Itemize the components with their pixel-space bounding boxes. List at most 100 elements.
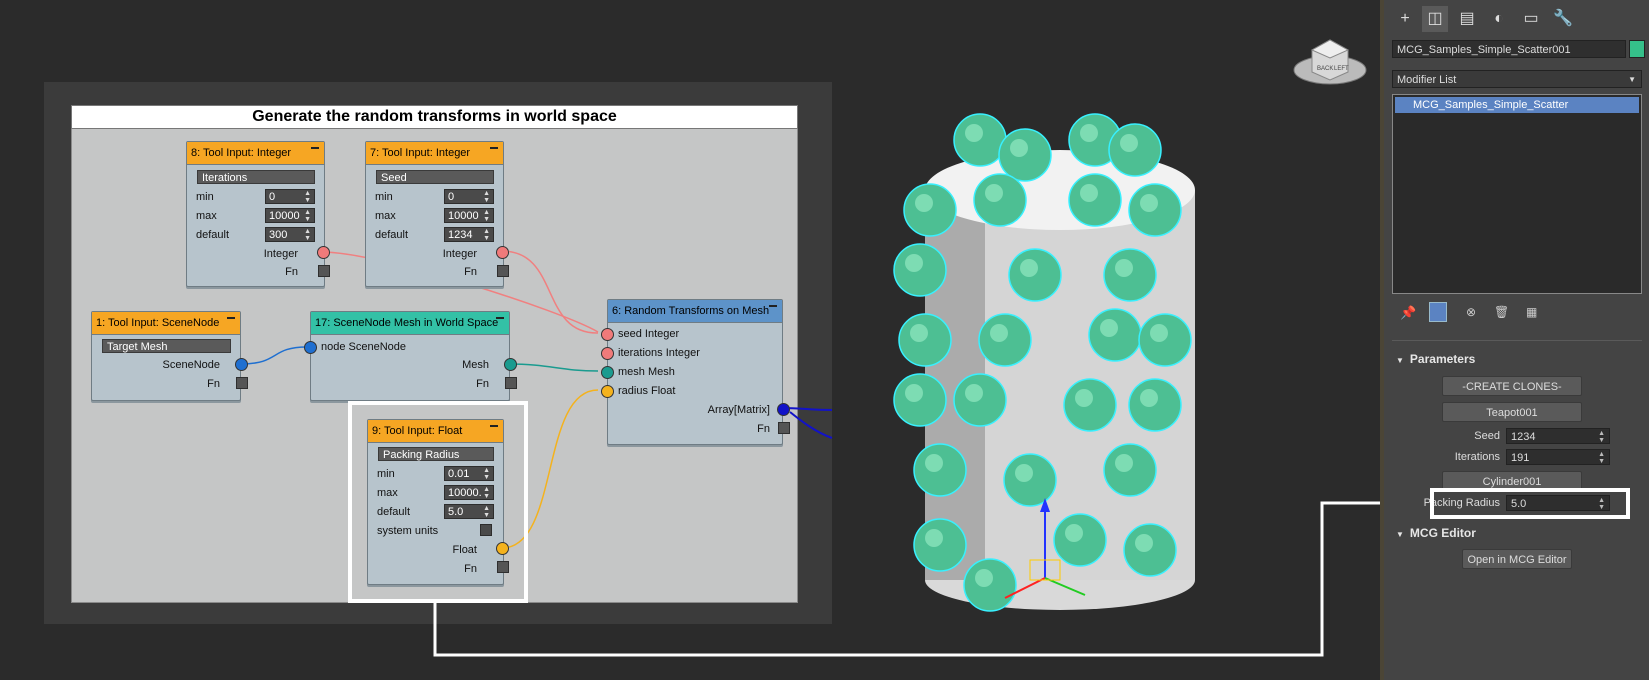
teapot-clone <box>1123 523 1177 577</box>
modifier-stack[interactable]: MCG_Samples_Simple_Scatter <box>1392 94 1642 294</box>
mcg-editor-rollout-title[interactable]: ▼ MCG Editor <box>1396 526 1476 540</box>
fn-port[interactable] <box>778 422 790 434</box>
min-spinner[interactable]: 0 ▲ ▼ <box>265 189 315 204</box>
remove-modifier-icon[interactable]: 🗑 <box>1494 305 1509 319</box>
max-label: max <box>375 210 396 222</box>
output-port[interactable] <box>496 246 509 259</box>
fn-port[interactable] <box>318 265 330 277</box>
node-header[interactable]: 7: Tool Input: Integer <box>366 142 503 165</box>
create-clones-button[interactable]: -CREATE CLONES- <box>1442 376 1582 396</box>
node-header[interactable]: 1: Tool Input: SceneNode <box>92 312 240 335</box>
node-target-mesh[interactable]: 1: Tool Input: SceneNode Target Mesh Sce… <box>91 311 248 401</box>
minimize-icon[interactable] <box>496 317 504 319</box>
max-spinner[interactable]: 10000 ▲ ▼ <box>444 208 494 223</box>
teapot-clone <box>1053 513 1107 567</box>
teapot-highlight <box>1015 464 1033 482</box>
input-port-iterations[interactable] <box>601 347 614 360</box>
pin-stack-icon[interactable]: 📌 <box>1400 305 1416 321</box>
stack-item-mcg[interactable]: MCG_Samples_Simple_Scatter <box>1395 97 1639 113</box>
open-mcg-editor-button[interactable]: Open in MCG Editor <box>1462 549 1572 569</box>
show-end-result-icon[interactable] <box>1429 302 1447 322</box>
teapot-highlight <box>925 529 943 547</box>
output-port[interactable] <box>504 358 517 371</box>
teapot-highlight <box>975 569 993 587</box>
create-icon[interactable]: + <box>1392 6 1418 32</box>
wire-array-2 <box>789 411 833 439</box>
motion-icon[interactable]: ◐ <box>1486 6 1512 32</box>
object-color-swatch[interactable] <box>1629 40 1645 58</box>
wire-seed <box>501 250 599 334</box>
minimize-icon[interactable] <box>490 147 498 149</box>
modifier-list-dropdown[interactable]: Modifier List ▼ <box>1392 70 1642 88</box>
highlight-box-node <box>348 401 528 603</box>
teapot-clone <box>893 373 947 427</box>
object-name-field[interactable]: MCG_Samples_Simple_Scatter001 <box>1392 40 1626 58</box>
display-icon[interactable]: ▭ <box>1518 6 1544 32</box>
input-label: node SceneNode <box>321 341 407 353</box>
minimize-icon[interactable] <box>227 317 235 319</box>
output-label: Array[Matrix] <box>707 404 770 416</box>
max-spinner[interactable]: 10000 ▲ ▼ <box>265 208 315 223</box>
seed-label: Seed <box>1474 430 1500 442</box>
configure-sets-icon[interactable]: ▦ <box>1526 305 1537 319</box>
input-port-mesh[interactable] <box>601 366 614 379</box>
seed-spinner[interactable]: 1234 ▲ ▼ <box>1506 428 1610 444</box>
teapot-highlight <box>1065 524 1083 542</box>
fn-port[interactable] <box>505 377 517 389</box>
wire-scenenode <box>240 346 308 365</box>
fn-port[interactable] <box>236 377 248 389</box>
modify-icon[interactable]: ◫ <box>1422 6 1448 32</box>
node-name-field[interactable]: Seed <box>376 170 494 184</box>
hierarchy-icon[interactable]: ▤ <box>1454 6 1480 32</box>
minimize-icon[interactable] <box>769 305 777 307</box>
min-spinner[interactable]: 0 ▲ ▼ <box>444 189 494 204</box>
wire-array <box>782 407 833 411</box>
min-label: min <box>375 191 393 203</box>
teapot-highlight <box>1150 324 1168 342</box>
teapot-clone <box>1103 248 1157 302</box>
output-port[interactable] <box>235 358 248 371</box>
output-port[interactable] <box>777 403 790 416</box>
min-label: min <box>196 191 214 203</box>
teapot-highlight <box>965 384 983 402</box>
utilities-icon[interactable]: 🔧 <box>1550 6 1576 32</box>
teapot-clone <box>998 128 1052 182</box>
teapot-clone <box>953 113 1007 167</box>
node-seed[interactable]: 7: Tool Input: Integer Seed min 0 ▲ ▼ max … <box>365 141 509 287</box>
node-mesh-world-space[interactable]: 17: SceneNode Mesh in World Space node S… <box>304 311 517 401</box>
iterations-spinner[interactable]: 191 ▲ ▼ <box>1506 449 1610 465</box>
minimize-icon[interactable] <box>311 147 319 149</box>
source-pick-button[interactable]: Teapot001 <box>1442 402 1582 422</box>
output-label: SceneNode <box>162 359 221 371</box>
input-label-mesh: mesh Mesh <box>618 366 675 378</box>
teapot-highlight <box>1140 389 1158 407</box>
teapot-clone <box>1008 248 1062 302</box>
node-name-field[interactable]: Iterations <box>197 170 315 184</box>
collapse-icon: ▼ <box>1396 356 1404 365</box>
node-header[interactable]: 6: Random Transforms on Mesh <box>608 300 782 323</box>
teapot-highlight <box>1020 259 1038 277</box>
node-name-field[interactable]: Target Mesh <box>102 339 231 353</box>
input-port[interactable] <box>304 341 317 354</box>
node-header[interactable]: 17: SceneNode Mesh in World Space <box>311 312 509 335</box>
default-spinner[interactable]: 1234 ▲ ▼ <box>444 227 494 242</box>
fn-port[interactable] <box>497 265 509 277</box>
node-header[interactable]: 8: Tool Input: Integer <box>187 142 324 165</box>
node-iterations[interactable]: 8: Tool Input: Integer Iterations min 0 ▲… <box>186 141 330 287</box>
teapot-clone <box>1108 123 1162 177</box>
teapot-clone <box>903 183 957 237</box>
view-cube[interactable]: BACK LEFT <box>1290 28 1370 90</box>
node-random-transforms[interactable]: 6: Random Transforms on Mesh seed Intege… <box>601 299 790 445</box>
parameters-rollout-title[interactable]: ▼ Parameters <box>1396 352 1475 366</box>
output-port[interactable] <box>317 246 330 259</box>
spinner-arrows-icon: ▲ ▼ <box>304 209 311 223</box>
teapot-clone <box>1088 308 1142 362</box>
make-unique-icon[interactable]: ⊗ <box>1466 305 1476 319</box>
divider <box>1392 340 1642 341</box>
input-port-seed[interactable] <box>601 328 614 341</box>
teapot-highlight <box>1115 259 1133 277</box>
default-spinner[interactable]: 300 ▲ ▼ <box>265 227 315 242</box>
teapot-clone <box>1003 453 1057 507</box>
viewport-scene[interactable] <box>880 100 1210 640</box>
input-port-radius[interactable] <box>601 385 614 398</box>
